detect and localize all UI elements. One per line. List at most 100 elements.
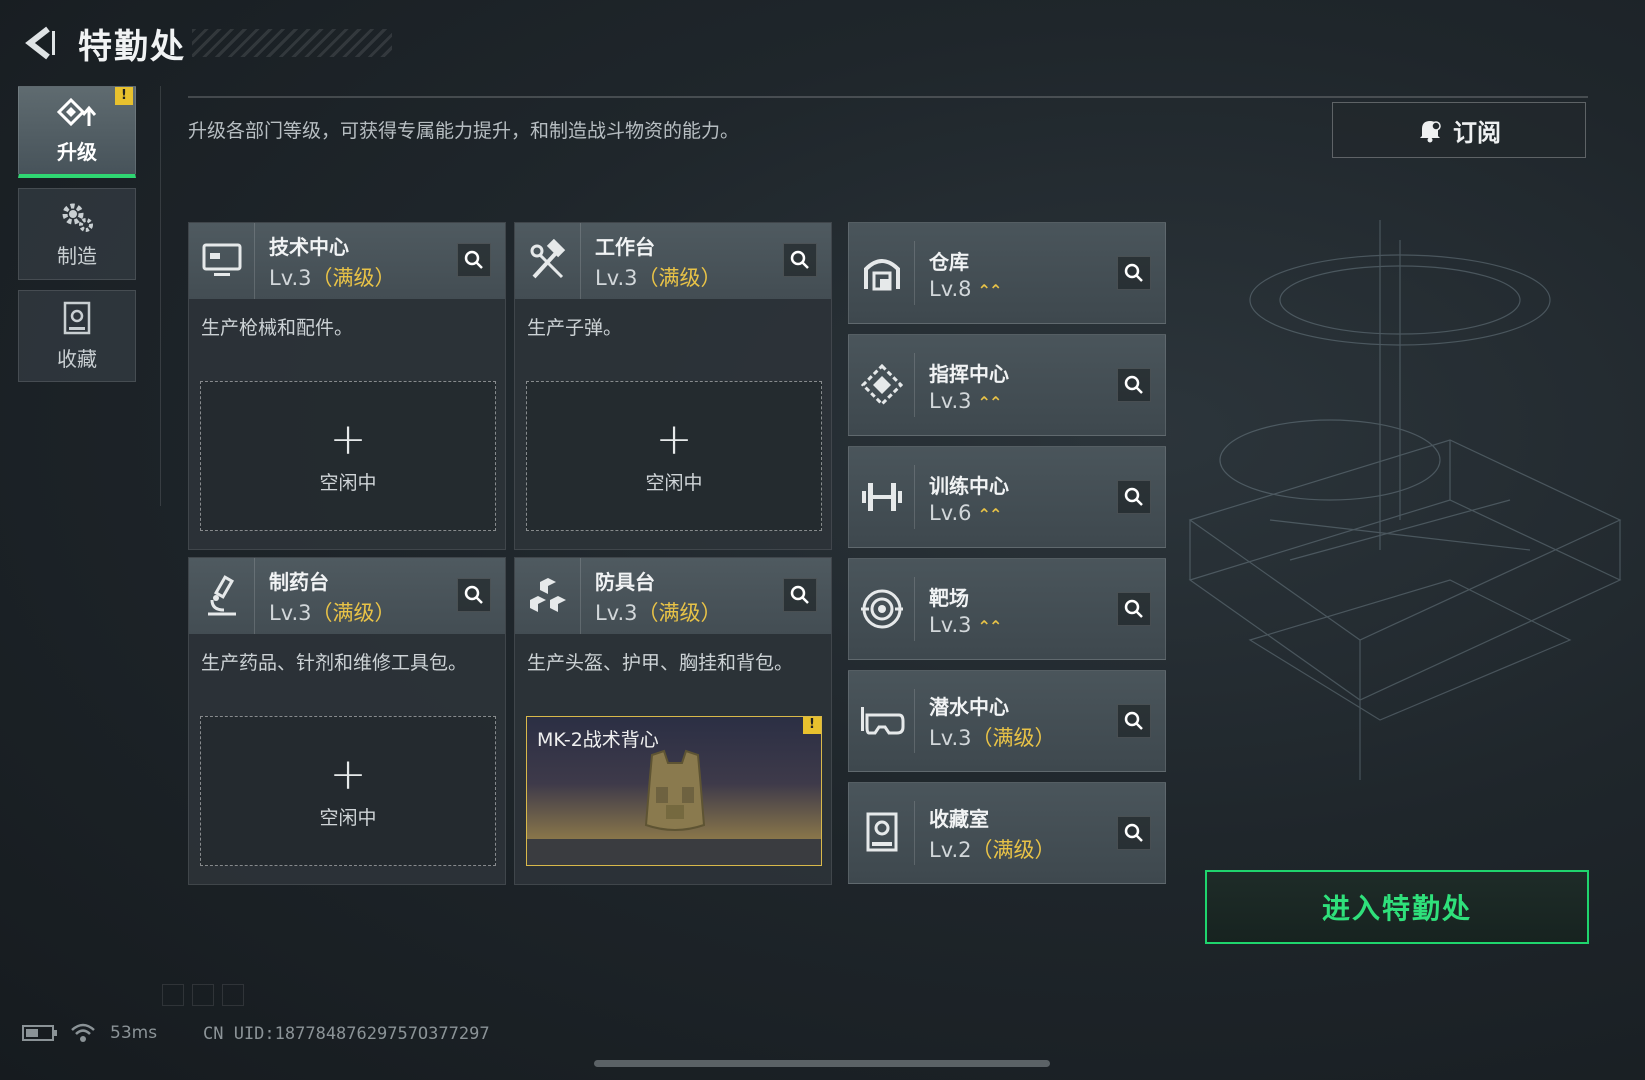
facility-name: 训练中心 bbox=[929, 473, 1009, 498]
facility-name: 仓库 bbox=[929, 249, 969, 274]
workshop-name: 防具台 bbox=[595, 569, 655, 594]
slot-status: 空闲中 bbox=[319, 806, 377, 829]
workshop-level: Lv.3（满级） bbox=[595, 265, 722, 290]
inspect-button[interactable] bbox=[457, 578, 491, 612]
production-slot[interactable]: + 空闲中 bbox=[526, 381, 822, 531]
card-header: 工作台 Lv.3（满级） bbox=[515, 223, 831, 299]
inspect-button[interactable] bbox=[1117, 816, 1151, 850]
plus-icon: + bbox=[329, 748, 367, 800]
workshop-card-workbench: 工作台 Lv.3（满级） 生产子弹。 + 空闲中 bbox=[514, 222, 832, 550]
search-icon bbox=[464, 250, 483, 269]
sidebar-tab-craft[interactable]: 制造 bbox=[18, 188, 136, 280]
search-icon bbox=[1124, 599, 1143, 618]
tactical-vest-image bbox=[644, 749, 706, 831]
production-slot[interactable]: + 空闲中 bbox=[200, 381, 496, 531]
search-icon bbox=[1124, 823, 1143, 842]
top-bar: 特勤处 bbox=[18, 18, 392, 68]
search-icon bbox=[464, 585, 483, 604]
facility-row-collection-room[interactable]: 收藏室 Lv.2（满级） bbox=[848, 782, 1166, 884]
facility-row-command-center[interactable]: 指挥中心 Lv.3 ⌃⌃ bbox=[848, 334, 1166, 436]
search-icon bbox=[790, 250, 809, 269]
card-header: 防具台 Lv.3（满级） bbox=[515, 558, 831, 634]
upgrade-arrows-icon: ⌃⌃ bbox=[977, 280, 1003, 300]
facility-name: 指挥中心 bbox=[929, 361, 1009, 386]
workshop-level: Lv.3（满级） bbox=[269, 600, 396, 625]
enter-button-label: 进入特勤处 bbox=[1321, 892, 1472, 925]
upgrade-arrows-icon: ⌃⌃ bbox=[977, 504, 1003, 524]
workshop-description: 生产头盔、护甲、胸挂和背包。 bbox=[527, 652, 794, 674]
inspect-button[interactable] bbox=[783, 243, 817, 277]
plus-icon: + bbox=[329, 413, 367, 465]
divider bbox=[160, 86, 161, 506]
enter-special-ops-button[interactable]: 进入特勤处 bbox=[1205, 870, 1589, 944]
search-icon bbox=[790, 585, 809, 604]
workshop-description: 生产枪械和配件。 bbox=[201, 317, 354, 339]
search-icon bbox=[1124, 487, 1143, 506]
upgrade-icon bbox=[57, 97, 97, 127]
sidebar-tab-label: 制造 bbox=[57, 243, 97, 268]
card-header: 技术中心 Lv.3（满级） bbox=[189, 223, 505, 299]
facility-level: Lv.3 ⌃⌃ bbox=[929, 388, 1002, 413]
card-header: 制药台 Lv.3（满级） bbox=[189, 558, 505, 634]
inspect-button[interactable] bbox=[1117, 592, 1151, 626]
max-level-tag: （满级） bbox=[971, 837, 1056, 862]
facility-level: Lv.2（满级） bbox=[929, 837, 1056, 862]
wifi-icon bbox=[71, 1023, 95, 1042]
max-level-tag: （满级） bbox=[971, 725, 1056, 750]
inspect-button[interactable] bbox=[1117, 704, 1151, 738]
item-footer bbox=[527, 839, 821, 865]
microscope-icon bbox=[207, 575, 236, 616]
subscribe-label: 订阅 bbox=[1453, 118, 1501, 147]
facility-row-training-center[interactable]: 训练中心 Lv.6 ⌃⌃ bbox=[848, 446, 1166, 548]
workshop-card-pharmacy: 制药台 Lv.3（满级） 生产药品、针剂和维修工具包。 + 空闲中 bbox=[188, 557, 506, 885]
subscribe-button[interactable]: 订阅 bbox=[1332, 102, 1586, 158]
command-center-icon bbox=[860, 364, 903, 406]
cubes-icon bbox=[529, 578, 566, 612]
dumbbell-icon bbox=[861, 483, 902, 511]
facility-row-shooting-range[interactable]: 靶场 Lv.3 ⌃⌃ bbox=[848, 558, 1166, 660]
sidebar-tab-upgrade[interactable]: ! 升级 bbox=[18, 86, 136, 178]
facility-row-diving-center[interactable]: 潜水中心 Lv.3（满级） bbox=[848, 670, 1166, 772]
workshop-level: Lv.3（满级） bbox=[595, 600, 722, 625]
slot-status: 空闲中 bbox=[645, 471, 703, 494]
sidebar-tab-collection[interactable]: 收藏 bbox=[18, 290, 136, 382]
decoration bbox=[162, 984, 244, 1006]
facility-name: 靶场 bbox=[929, 585, 969, 610]
target-icon bbox=[860, 589, 903, 629]
gears-icon bbox=[62, 203, 93, 232]
max-level-tag: （满级） bbox=[311, 600, 396, 625]
divider bbox=[188, 96, 1588, 98]
facility-level: Lv.3（满级） bbox=[929, 725, 1056, 750]
workshop-name: 技术中心 bbox=[269, 234, 349, 259]
max-level-tag: （满级） bbox=[637, 600, 722, 625]
page-title: 特勤处 bbox=[78, 26, 186, 67]
workshop-description: 生产药品、针剂和维修工具包。 bbox=[201, 652, 468, 674]
home-indicator[interactable] bbox=[594, 1060, 1050, 1067]
production-slot-item[interactable]: ! MK-2战术背心 bbox=[526, 716, 822, 866]
workshop-name: 工作台 bbox=[595, 234, 655, 259]
workshop-card-armor: 防具台 Lv.3（满级） 生产头盔、护甲、胸挂和背包。 ! MK-2战术背心 bbox=[514, 557, 832, 885]
max-level-tag: （满级） bbox=[637, 265, 722, 290]
facility-level: Lv.8 ⌃⌃ bbox=[929, 276, 1003, 301]
back-button[interactable] bbox=[18, 21, 62, 65]
title-decoration bbox=[192, 29, 392, 57]
building-blueprint-image bbox=[1188, 220, 1622, 780]
inspect-button[interactable] bbox=[1117, 368, 1151, 402]
search-icon bbox=[1124, 263, 1143, 282]
facility-row-warehouse[interactable]: 仓库 Lv.8 ⌃⌃ bbox=[848, 222, 1166, 324]
production-slot[interactable]: + 空闲中 bbox=[200, 716, 496, 866]
workshop-description: 生产子弹。 bbox=[527, 317, 623, 339]
inspect-button[interactable] bbox=[783, 578, 817, 612]
computer-icon bbox=[202, 243, 241, 276]
inspect-button[interactable] bbox=[1117, 480, 1151, 514]
display-case-icon bbox=[63, 301, 91, 334]
display-case-icon bbox=[866, 812, 897, 852]
status-bar: 53ms bbox=[22, 1022, 157, 1044]
back-arrow-icon bbox=[25, 26, 55, 60]
workshop-level: Lv.3（满级） bbox=[269, 265, 396, 290]
inspect-button[interactable] bbox=[1117, 256, 1151, 290]
user-uid: CN UID:18778487629757O377297 bbox=[203, 1024, 490, 1044]
inspect-button[interactable] bbox=[457, 243, 491, 277]
facility-level: Lv.3 ⌃⌃ bbox=[929, 612, 1002, 637]
sidebar: ! 升级 制造 收藏 bbox=[18, 86, 136, 392]
